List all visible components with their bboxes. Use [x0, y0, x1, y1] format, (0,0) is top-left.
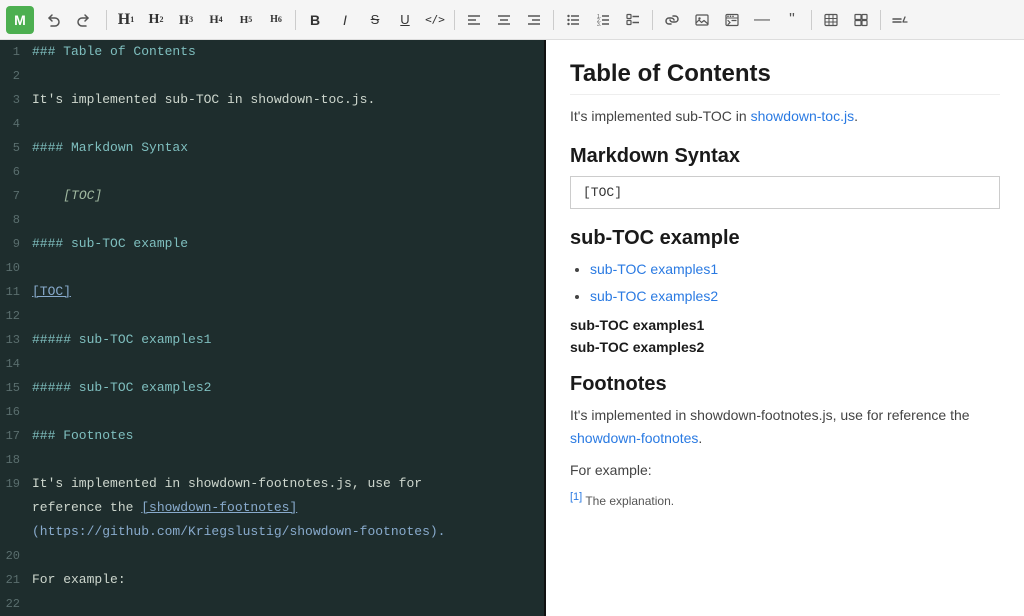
editor-pane[interactable]: 1 ### Table of Contents 2 3 It's impleme… [0, 40, 546, 616]
line-3: 3 It's implemented sub-TOC in showdown-t… [0, 88, 544, 112]
quote-button[interactable]: " [778, 6, 806, 34]
preview-title: Table of Contents [570, 60, 1000, 95]
preview-h2-subtoc: sub-TOC example [570, 227, 1000, 250]
align-center-button[interactable] [490, 6, 518, 34]
list-ordered-button[interactable]: 1.2.3. [589, 6, 617, 34]
toolbar: M H1 H2 H3 H4 H5 H6 B I S U </> 1.2.3. [0, 0, 1024, 40]
line-21: 21 For example: [0, 568, 544, 592]
line-22: 22 [0, 592, 544, 616]
line-10: 10 [0, 256, 544, 280]
line-14: 14 [0, 352, 544, 376]
showdown-footnotes-link[interactable]: showdown-footnotes [570, 430, 698, 446]
line-8: 8 [0, 208, 544, 232]
strikethrough-button[interactable]: S [361, 6, 389, 34]
line-5: 5 #### Markdown Syntax [0, 136, 544, 160]
h5-button[interactable]: H5 [232, 6, 260, 34]
footnote-ref: [1] [570, 491, 582, 503]
preview-footnote-p: It's implemented in showdown-footnotes.j… [570, 404, 1000, 449]
line-18: 18 [0, 448, 544, 472]
redo-button[interactable] [69, 6, 97, 34]
preview-h2-footnotes: Footnotes [570, 373, 1000, 396]
h1-button[interactable]: H1 [112, 6, 140, 34]
preview-subtoc-list: sub-TOC examples1 sub-TOC examples2 [590, 258, 1000, 307]
h4-button[interactable]: H4 [202, 6, 230, 34]
italic-button[interactable]: I [331, 6, 359, 34]
line-11: 11 [TOC] [0, 280, 544, 304]
main-content: 1 ### Table of Contents 2 3 It's impleme… [0, 40, 1024, 616]
line-9: 9 #### sub-TOC example [0, 232, 544, 256]
extra-button[interactable] [886, 6, 914, 34]
table-button[interactable] [817, 6, 845, 34]
line-4: 4 [0, 112, 544, 136]
list-item: sub-TOC examples2 [590, 285, 1000, 307]
line-12: 12 [0, 304, 544, 328]
preview-pane: Table of Contents It's implemented sub-T… [546, 40, 1024, 616]
undo-button[interactable] [40, 6, 68, 34]
line-6: 6 [0, 160, 544, 184]
h2-button[interactable]: H2 [142, 6, 170, 34]
preview-toc-code: [TOC] [570, 176, 1000, 209]
preview-subhead-1: sub-TOC examples1 [570, 317, 1000, 333]
preview-subhead-2: sub-TOC examples2 [570, 339, 1000, 355]
line-17: 17 ### Footnotes [0, 424, 544, 448]
h6-button[interactable]: H6 [262, 6, 290, 34]
preview-p1: It's implemented sub-TOC in showdown-toc… [570, 105, 1000, 127]
svg-text:3.: 3. [597, 22, 601, 27]
line-16: 16 [0, 400, 544, 424]
line-2: 2 [0, 64, 544, 88]
hr-button[interactable]: — [748, 6, 776, 34]
preview-h2-markdown: Markdown Syntax [570, 145, 1000, 168]
editor-content: 1 ### Table of Contents 2 3 It's impleme… [0, 40, 544, 616]
line-7: 7 [TOC] [0, 184, 544, 208]
subtoc-link-1[interactable]: sub-TOC examples1 [590, 261, 718, 277]
more-button[interactable] [847, 6, 875, 34]
list-task-button[interactable] [619, 6, 647, 34]
bold-button[interactable]: B [301, 6, 329, 34]
underline-button[interactable]: U [391, 6, 419, 34]
align-left-button[interactable] [460, 6, 488, 34]
line-19b: reference the [showdown-footnotes] [0, 496, 544, 520]
line-19a: 19 It's implemented in showdown-footnote… [0, 472, 544, 496]
h3-button[interactable]: H3 [172, 6, 200, 34]
code-inline-button[interactable]: </> [421, 6, 449, 34]
link-button[interactable] [658, 6, 686, 34]
image-button[interactable] [688, 6, 716, 34]
line-1: 1 ### Table of Contents [0, 40, 544, 64]
preview-footnote-text: [1] The explanation. [570, 491, 1000, 508]
list-item: sub-TOC examples1 [590, 258, 1000, 280]
align-right-button[interactable] [520, 6, 548, 34]
line-20: 20 [0, 544, 544, 568]
line-13: 13 ##### sub-TOC examples1 [0, 328, 544, 352]
subtoc-link-2[interactable]: sub-TOC examples2 [590, 288, 718, 304]
code-block-button[interactable] [718, 6, 746, 34]
line-15: 15 ##### sub-TOC examples2 [0, 376, 544, 400]
preview-for-example: For example: [570, 459, 1000, 481]
line-19c: (https://github.com/Kriegslustig/showdow… [0, 520, 544, 544]
list-bullet-button[interactable] [559, 6, 587, 34]
showdown-toc-link[interactable]: showdown-toc.js [751, 108, 855, 124]
app-logo: M [6, 6, 34, 34]
